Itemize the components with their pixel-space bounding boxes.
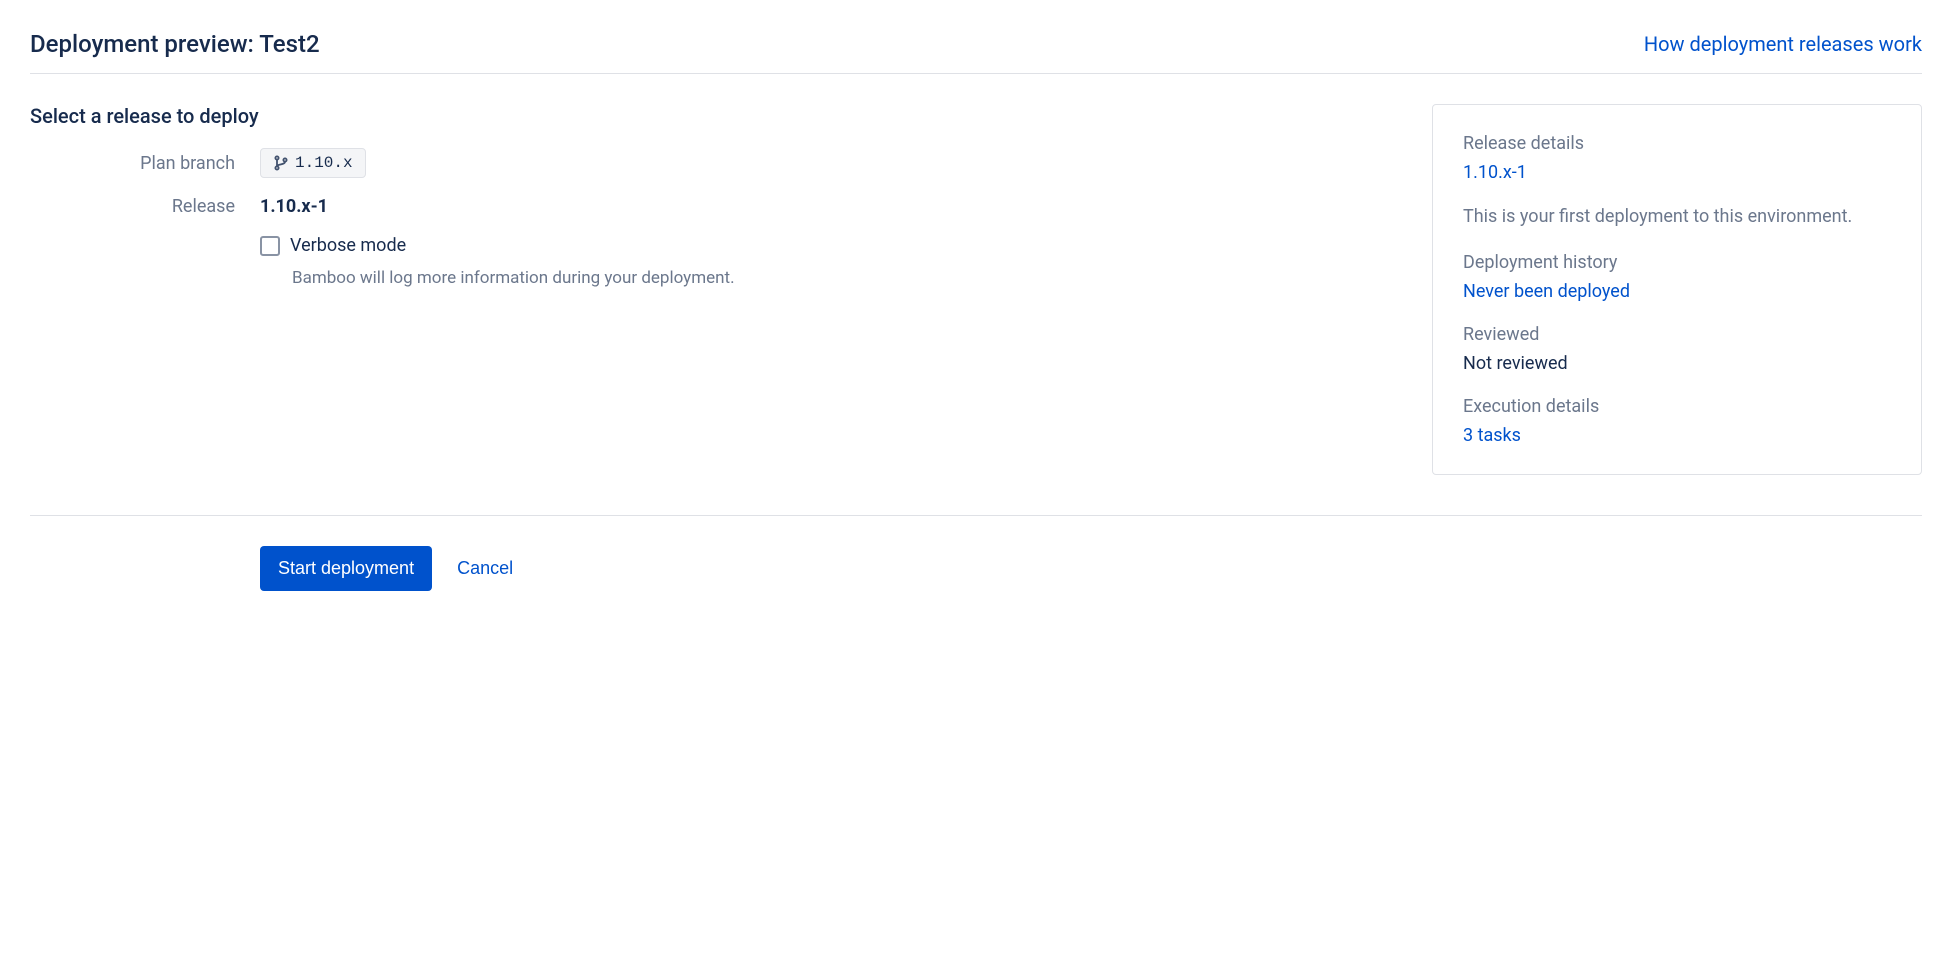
verbose-label[interactable]: Verbose mode [290,235,406,256]
release-details-link[interactable]: 1.10.x-1 [1463,162,1527,183]
release-details-panel: Release details 1.10.x-1 This is your fi… [1432,104,1922,475]
plan-branch-value: 1.10.x [295,154,353,172]
plan-branch-selector[interactable]: 1.10.x [260,148,366,178]
reviewed-heading: Reviewed [1463,324,1891,345]
plan-branch-label: Plan branch [30,153,260,174]
cancel-button[interactable]: Cancel [457,558,513,579]
release-value: 1.10.x-1 [260,196,328,217]
verbose-desc: Bamboo will log more information during … [292,268,1402,288]
release-label: Release [30,196,260,217]
branch-icon [273,155,289,171]
history-link[interactable]: Never been deployed [1463,281,1630,302]
release-form: Select a release to deploy Plan branch 1… [30,104,1402,475]
start-deployment-button[interactable]: Start deployment [260,546,432,591]
release-details-heading: Release details [1463,133,1891,154]
help-link[interactable]: How deployment releases work [1644,32,1922,56]
section-heading: Select a release to deploy [30,104,1402,128]
page-title: Deployment preview: Test2 [30,30,320,58]
verbose-checkbox[interactable] [260,236,280,256]
first-deploy-note: This is your first deployment to this en… [1463,203,1891,230]
history-heading: Deployment history [1463,252,1891,273]
execution-heading: Execution details [1463,396,1891,417]
reviewed-value: Not reviewed [1463,353,1891,374]
execution-link[interactable]: 3 tasks [1463,425,1521,446]
